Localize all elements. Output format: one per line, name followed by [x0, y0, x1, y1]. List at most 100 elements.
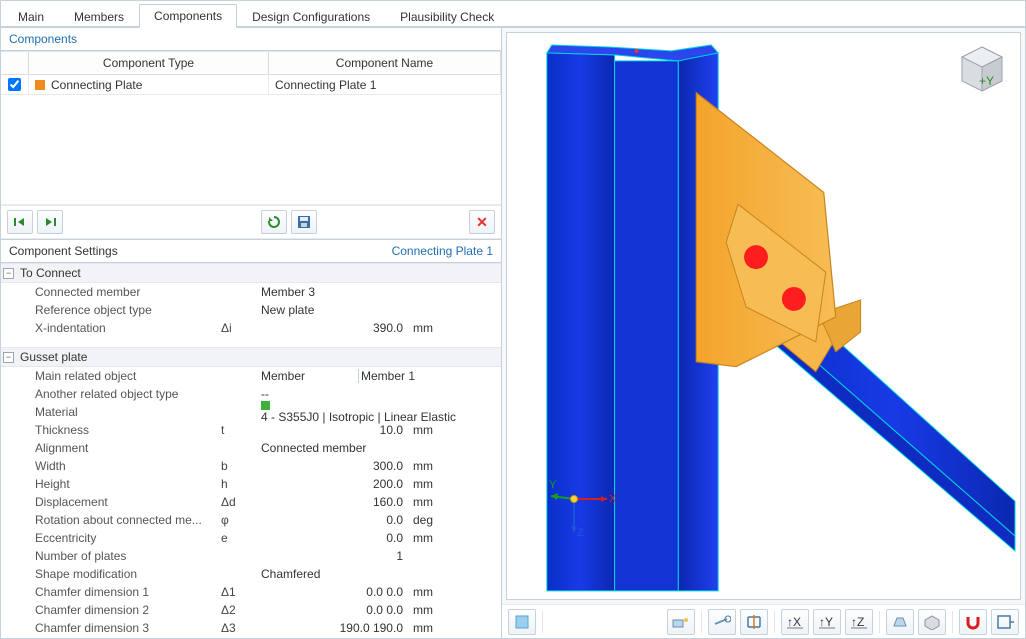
tab-main[interactable]: Main — [3, 5, 59, 28]
property-value[interactable]: 4 - S355J0 | Isotropic | Linear Elastic — [259, 401, 501, 424]
component-row[interactable]: Connecting Plate Connecting Plate 1 — [1, 75, 501, 95]
nav-cube[interactable]: +Y — [956, 43, 1008, 95]
property-value[interactable]: Member — [259, 369, 359, 383]
col-component-type[interactable]: Component Type — [29, 52, 269, 74]
property-label: Chamfer dimension 3 — [19, 621, 219, 635]
property-value[interactable]: 10.0 — [259, 423, 409, 437]
property-value[interactable]: Chamfered — [259, 567, 501, 581]
property-row[interactable]: Widthb300.0mm — [1, 457, 501, 475]
property-value[interactable]: 0.0 — [259, 513, 409, 527]
move-right-button[interactable] — [37, 210, 63, 234]
axis-x-button[interactable]: ↑X — [781, 609, 809, 635]
col-component-name[interactable]: Component Name — [269, 52, 501, 74]
property-symbol: Δ1 — [219, 585, 259, 599]
property-row[interactable]: Chamfer dimension 2Δ20.0 0.0mm — [1, 601, 501, 619]
property-symbol: e — [219, 531, 259, 545]
svg-text:X: X — [609, 493, 617, 505]
property-row[interactable]: X-indentationΔi390.0mm — [1, 319, 501, 337]
property-value[interactable]: 300.0 — [259, 459, 409, 473]
components-grid: Component Type Component Name Connecting… — [1, 51, 501, 239]
property-row[interactable]: Number of plates 1 — [1, 547, 501, 565]
property-value[interactable]: 0.0 0.0 — [259, 603, 409, 617]
property-value[interactable]: Member 3 — [259, 285, 501, 299]
property-row[interactable]: Chamfer dimension 1Δ10.0 0.0mm — [1, 583, 501, 601]
save-button[interactable] — [291, 210, 317, 234]
property-row[interactable]: Thicknesst10.0mm — [1, 421, 501, 439]
view-tool-3[interactable] — [740, 609, 768, 635]
property-unit: mm — [409, 459, 449, 473]
view-tool-1[interactable] — [667, 609, 695, 635]
axis-y-button[interactable]: ↑Y — [813, 609, 841, 635]
render-mode-button[interactable] — [508, 609, 536, 635]
property-row[interactable]: Chamfer dimension 3Δ3190.0 190.0mm — [1, 619, 501, 637]
property-symbol: b — [219, 459, 259, 473]
property-label: Number of plates — [19, 549, 219, 563]
property-value[interactable]: 190.0 190.0 — [259, 621, 409, 635]
component-type-text: Connecting Plate — [51, 78, 142, 92]
collapse-icon[interactable]: − — [3, 268, 14, 279]
settings-component-name: Connecting Plate 1 — [392, 244, 493, 258]
iso-view-button[interactable] — [918, 609, 946, 635]
property-symbol: Δi — [219, 321, 259, 335]
settings-title: Component Settings — [9, 244, 118, 258]
property-value[interactable]: 0.0 0.0 — [259, 585, 409, 599]
property-row[interactable]: Connected memberMember 3 — [1, 283, 501, 301]
move-left-button[interactable] — [7, 210, 33, 234]
property-row[interactable]: DisplacementΔd160.0mm — [1, 493, 501, 511]
viewport-3d[interactable]: +Y X Y Z — [506, 32, 1021, 600]
collapse-icon[interactable]: − — [3, 352, 14, 363]
tab-design-configurations[interactable]: Design Configurations — [237, 5, 385, 28]
property-symbol: t — [219, 423, 259, 437]
property-label: Another related object type — [19, 387, 219, 401]
settings-group[interactable]: −Gusset plate — [1, 347, 501, 367]
property-value[interactable]: Connected member — [259, 441, 501, 455]
property-row[interactable]: Main related objectMemberMember 1 — [1, 367, 501, 385]
settings-scroll[interactable]: −To ConnectConnected memberMember 3Refer… — [1, 263, 501, 638]
property-symbol: Δ3 — [219, 621, 259, 635]
property-row[interactable]: Eccentricitye0.0mm — [1, 529, 501, 547]
property-value[interactable]: 200.0 — [259, 477, 409, 491]
property-row[interactable]: Material 4 - S355J0 | Isotropic | Linear … — [1, 403, 501, 421]
axes-triad: X Y Z — [549, 474, 619, 544]
property-symbol: h — [219, 477, 259, 491]
property-label: Width — [19, 459, 219, 473]
property-row[interactable]: Rotation about connected me...φ0.0deg — [1, 511, 501, 529]
property-value[interactable]: 390.0 — [259, 321, 409, 335]
refresh-button[interactable] — [261, 210, 287, 234]
svg-text:↑Y: ↑Y — [819, 615, 833, 629]
tab-bar: Main Members Components Design Configura… — [1, 1, 1025, 27]
group-label: To Connect — [20, 266, 81, 280]
axis-z-button[interactable]: ↑Z — [845, 609, 873, 635]
property-value-2[interactable]: Member 1 — [359, 369, 501, 383]
property-unit: mm — [409, 603, 449, 617]
property-value[interactable]: 0.0 — [259, 531, 409, 545]
perspective-button[interactable] — [886, 609, 914, 635]
property-row[interactable]: Alignment Connected member — [1, 439, 501, 457]
material-swatch — [261, 401, 270, 410]
tab-plausibility-check[interactable]: Plausibility Check — [385, 5, 509, 28]
property-label: Height — [19, 477, 219, 491]
magnet-button[interactable] — [959, 609, 987, 635]
expand-button[interactable] — [991, 609, 1019, 635]
property-row[interactable]: Shape modification Chamfered — [1, 565, 501, 583]
tab-members[interactable]: Members — [59, 5, 139, 28]
component-checkbox[interactable] — [8, 78, 21, 91]
property-label: Eccentricity — [19, 531, 219, 545]
view-tool-2[interactable] — [708, 609, 736, 635]
property-value[interactable]: -- — [259, 387, 501, 401]
property-row[interactable]: Heighth200.0mm — [1, 475, 501, 493]
settings-group[interactable]: −To Connect — [1, 263, 501, 283]
property-label: Alignment — [19, 441, 219, 455]
component-color-swatch — [35, 80, 45, 90]
property-label: Chamfer dimension 1 — [19, 585, 219, 599]
property-value[interactable]: 1 — [259, 549, 409, 563]
property-row[interactable]: Chamfer dimension 4Δ4110.0 0.0mm — [1, 637, 501, 638]
property-label: Shape modification — [19, 567, 219, 581]
property-value[interactable]: New plate — [259, 303, 501, 317]
property-value[interactable]: 160.0 — [259, 495, 409, 509]
tab-components[interactable]: Components — [139, 4, 237, 28]
svg-text:↑Z: ↑Z — [851, 615, 864, 629]
delete-button[interactable]: ✕ — [469, 210, 495, 234]
property-label: Material — [19, 405, 219, 419]
property-row[interactable]: Reference object typeNew plate — [1, 301, 501, 319]
